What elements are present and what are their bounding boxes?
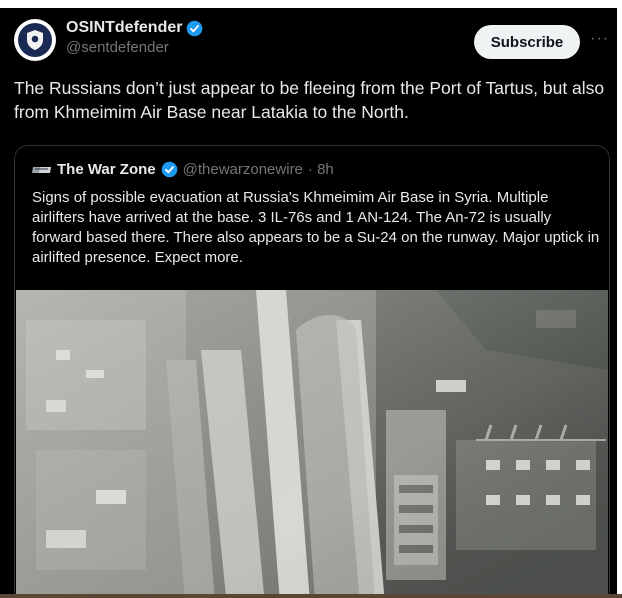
war-zone-logo-icon <box>32 166 51 173</box>
more-options-icon[interactable]: ··· <box>590 30 609 48</box>
satellite-image[interactable] <box>16 290 608 594</box>
verified-badge-icon <box>161 161 177 178</box>
post-text: The Russians don’t just appear to be fle… <box>14 78 605 122</box>
shield-icon <box>27 30 43 50</box>
post-card: OSINTdefender @sentdefender Subscribe ··… <box>0 8 617 594</box>
quoted-timestamp[interactable]: · 8h <box>308 161 334 178</box>
author-row: OSINTdefender <box>66 19 203 37</box>
verified-badge-icon <box>187 20 203 36</box>
avatar[interactable] <box>14 19 56 61</box>
bottom-edge <box>0 594 622 598</box>
quoted-author-row: The War Zone @thewarzonewire · 8h <box>32 161 334 178</box>
quoted-display-name[interactable]: The War Zone <box>57 161 156 178</box>
quoted-text: Signs of possible evacuation at Russia's… <box>32 189 600 266</box>
satellite-image-drawing <box>16 290 608 594</box>
author-display-name[interactable]: OSINTdefender <box>66 19 182 37</box>
quoted-handle[interactable]: @thewarzonewire <box>183 161 303 178</box>
avatar-image <box>18 23 52 57</box>
author-handle[interactable]: @sentdefender <box>66 39 169 56</box>
subscribe-button[interactable]: Subscribe <box>474 25 580 59</box>
quoted-post[interactable]: The War Zone @thewarzonewire · 8h Signs … <box>14 145 610 594</box>
